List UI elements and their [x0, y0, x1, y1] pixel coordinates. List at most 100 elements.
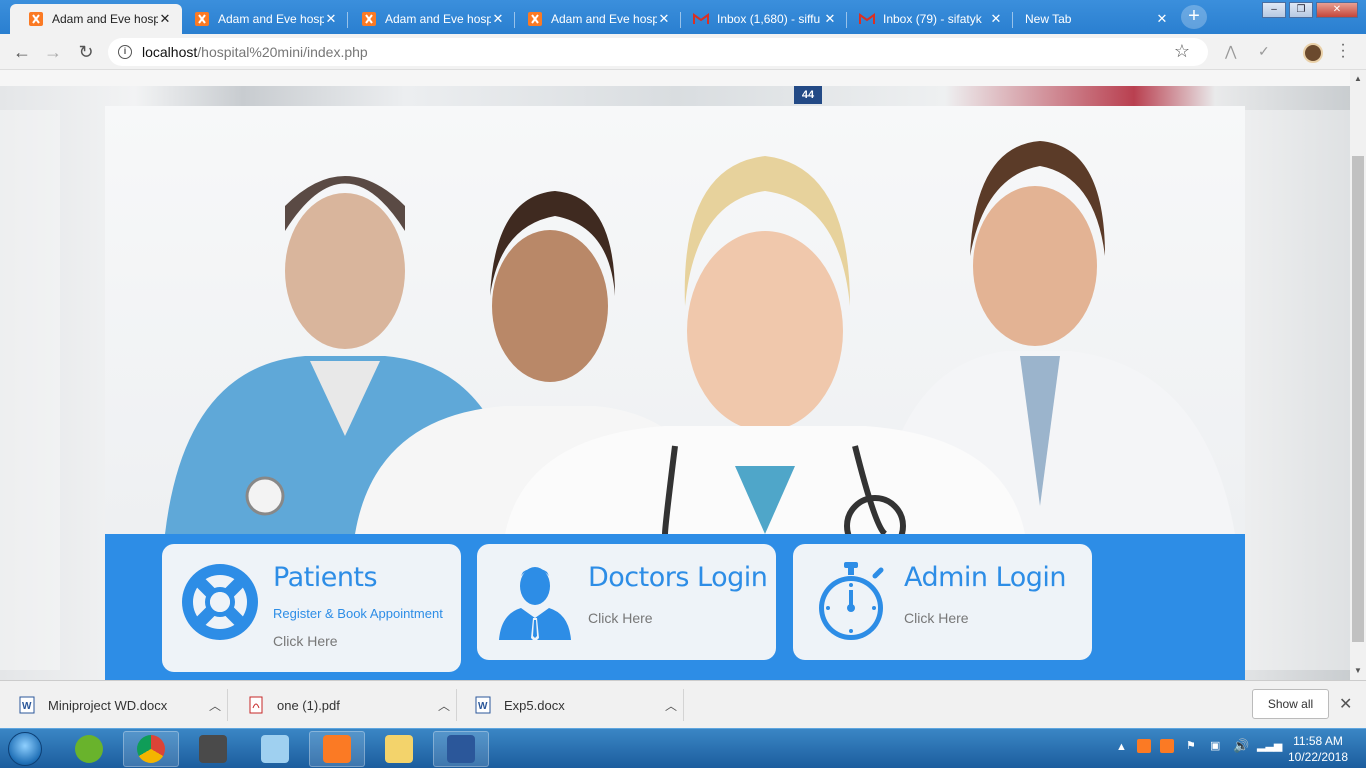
- maximize-button[interactable]: ❐: [1289, 2, 1313, 18]
- doctors-login-title[interactable]: Doctors Login: [588, 562, 768, 593]
- scrollbar-thumb[interactable]: [1352, 156, 1364, 642]
- device-icon[interactable]: ▣: [1210, 739, 1220, 752]
- volume-icon[interactable]: 🔊: [1233, 738, 1249, 754]
- clock-date: 10/22/2018: [1287, 750, 1349, 764]
- system-clock[interactable]: 11:58 AM 10/22/2018: [1278, 733, 1358, 765]
- action-center-icon[interactable]: ⚑: [1186, 739, 1196, 752]
- taskbar-notepad[interactable]: [247, 731, 303, 767]
- tab-new-tab[interactable]: New Tab ✕: [1007, 4, 1179, 34]
- scroll-down-icon[interactable]: ▼: [1354, 666, 1362, 675]
- room-number-sign: 44: [794, 86, 822, 104]
- close-icon[interactable]: ✕: [491, 11, 505, 27]
- xampp-tray-icon[interactable]: [1160, 739, 1174, 753]
- taskbar-chrome[interactable]: [123, 731, 179, 767]
- forward-arrow-icon[interactable]: →: [41, 41, 65, 63]
- new-tab-button[interactable]: +: [1181, 5, 1207, 29]
- gmail-icon: [693, 11, 709, 27]
- doctors-click-here-link[interactable]: Click Here: [588, 610, 653, 626]
- extension-icon[interactable]: ⋀: [1225, 43, 1236, 60]
- admin-login-card[interactable]: Admin Login Click Here: [793, 544, 1092, 660]
- admin-login-title[interactable]: Admin Login: [904, 562, 1066, 593]
- clock-time: 11:58 AM: [1293, 734, 1343, 748]
- svg-text:W: W: [22, 701, 32, 712]
- doctors-login-card[interactable]: Doctors Login Click Here: [477, 544, 776, 660]
- close-icon[interactable]: ✕: [1339, 694, 1352, 714]
- word-icon: W: [18, 696, 36, 714]
- windows-logo-icon: [8, 732, 42, 766]
- back-arrow-icon[interactable]: ←: [10, 41, 34, 63]
- menu-dots-icon[interactable]: · · ·: [1340, 37, 1346, 65]
- patients-card[interactable]: Patients Register & Book Appointment Cli…: [162, 544, 461, 672]
- admin-click-here-link[interactable]: Click Here: [904, 610, 969, 626]
- folder-icon: [385, 735, 413, 763]
- close-icon[interactable]: ✕: [158, 11, 172, 27]
- hero-image: [105, 106, 1245, 534]
- bookmark-star-icon[interactable]: ☆: [1174, 41, 1190, 62]
- checkmark-extension-icon[interactable]: ✓: [1258, 43, 1270, 60]
- login-options-bar: Patients Register & Book Appointment Cli…: [105, 534, 1245, 680]
- tab-title: Inbox (1,680) - siffu: [717, 12, 821, 26]
- page-scrollbar[interactable]: ▲ ▼: [1350, 70, 1366, 680]
- downloads-bar: W Miniproject WD.docx ︿ one (1).pdf ︿ W …: [0, 680, 1366, 728]
- tab-adam-eve-3[interactable]: Adam and Eve hosp ✕: [343, 4, 515, 34]
- chrome-icon: [137, 735, 165, 763]
- taskbar-utorrent[interactable]: [61, 731, 117, 767]
- close-icon[interactable]: ✕: [657, 11, 671, 27]
- tab-adam-eve-1[interactable]: Adam and Eve hosp ✕: [10, 4, 182, 34]
- stopwatch-icon: [811, 562, 891, 642]
- close-icon[interactable]: ✕: [324, 11, 338, 27]
- tab-title: Adam and Eve hosp: [385, 12, 491, 26]
- tab-inbox-2[interactable]: Inbox (79) - sifatyk ✕: [841, 4, 1013, 34]
- start-button[interactable]: [2, 729, 48, 768]
- xampp-icon: [527, 11, 543, 27]
- info-icon[interactable]: i: [118, 45, 132, 59]
- taskbar-explorer[interactable]: [371, 731, 427, 767]
- download-filename: Miniproject WD.docx: [48, 697, 168, 713]
- minimize-button[interactable]: –: [1262, 2, 1286, 18]
- chevron-up-icon[interactable]: ︿: [659, 697, 683, 714]
- xampp-icon: [361, 11, 377, 27]
- chevron-up-icon[interactable]: ︿: [432, 697, 456, 714]
- show-hidden-icons[interactable]: ▲: [1116, 741, 1127, 753]
- xampp-tray-icon[interactable]: [1137, 739, 1151, 753]
- taskbar-xampp[interactable]: [309, 731, 365, 767]
- download-item[interactable]: W Exp5.docx ︿: [456, 689, 684, 721]
- word-icon: [447, 735, 475, 763]
- window-close-button[interactable]: ✕: [1316, 2, 1358, 18]
- taskbar-sublime[interactable]: [185, 731, 241, 767]
- doctors-photo: [165, 141, 1235, 534]
- tab-title: Adam and Eve hosp: [551, 12, 657, 26]
- chevron-up-icon[interactable]: ︿: [203, 697, 227, 714]
- tab-adam-eve-4[interactable]: Adam and Eve hosp ✕: [509, 4, 681, 34]
- close-icon[interactable]: ✕: [989, 11, 1003, 27]
- tab-title: Adam and Eve hosp: [52, 12, 158, 26]
- profile-avatar[interactable]: [1303, 43, 1323, 63]
- xampp-icon: [28, 11, 44, 27]
- close-icon[interactable]: ✕: [823, 11, 837, 27]
- pdf-icon: [247, 696, 265, 714]
- url-path: /hospital%20mini/index.php: [197, 44, 368, 60]
- sublime-text-icon: [199, 735, 227, 763]
- tab-adam-eve-2[interactable]: Adam and Eve hosp ✕: [176, 4, 348, 34]
- address-bar[interactable]: i localhost/hospital%20mini/index.php ☆: [108, 38, 1208, 66]
- browser-toolbar: ← → ↻ i localhost/hospital%20mini/index.…: [0, 34, 1366, 70]
- xampp-icon: [194, 11, 210, 27]
- download-filename: Exp5.docx: [504, 697, 565, 713]
- word-icon: W: [474, 696, 492, 714]
- tab-strip: Adam and Eve hosp ✕ Adam and Eve hosp ✕ …: [0, 0, 1366, 34]
- tab-title: Inbox (79) - sifatyk: [883, 12, 982, 26]
- doctor-icon: [495, 562, 575, 642]
- download-item[interactable]: one (1).pdf ︿: [229, 689, 457, 721]
- patients-click-here-link[interactable]: Click Here: [273, 633, 338, 649]
- scroll-up-icon[interactable]: ▲: [1354, 74, 1362, 83]
- download-item[interactable]: W Miniproject WD.docx ︿: [0, 689, 228, 721]
- taskbar-word[interactable]: [433, 731, 489, 767]
- tab-inbox-1[interactable]: Inbox (1,680) - siffu ✕: [675, 4, 847, 34]
- patients-subtitle[interactable]: Register & Book Appointment: [273, 606, 443, 621]
- utorrent-icon: [75, 735, 103, 763]
- reload-icon[interactable]: ↻: [74, 41, 98, 63]
- windows-taskbar: ▲ ⚑ ▣ 🔊 ▂▃▅ 11:58 AM 10/22/2018: [0, 728, 1366, 768]
- close-icon[interactable]: ✕: [1155, 11, 1169, 27]
- show-all-button[interactable]: Show all: [1252, 689, 1329, 719]
- patients-title[interactable]: Patients: [273, 562, 378, 593]
